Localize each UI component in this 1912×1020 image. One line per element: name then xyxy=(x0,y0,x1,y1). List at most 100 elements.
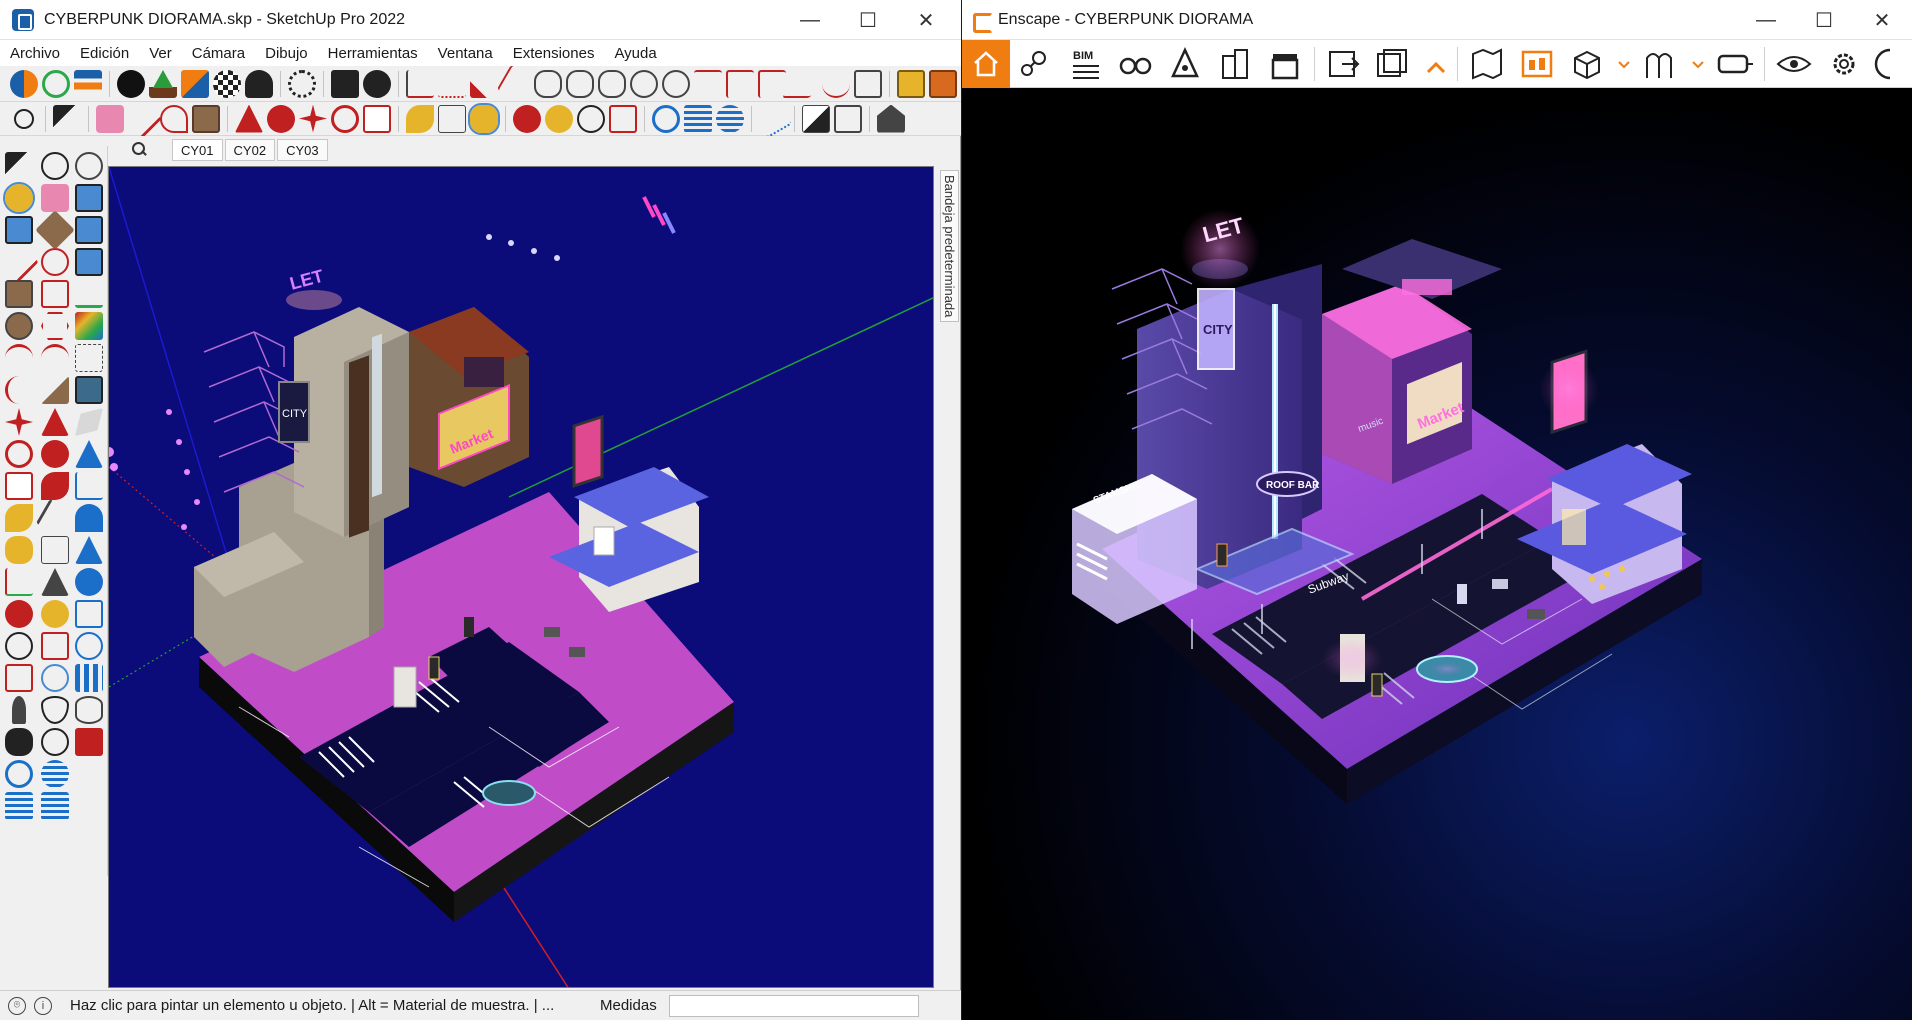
follow-me-icon[interactable] xyxy=(406,69,434,98)
shape-icon-1[interactable] xyxy=(534,69,562,98)
grid-icon[interactable] xyxy=(75,664,103,692)
right-view-icon[interactable] xyxy=(75,248,103,276)
menu-edicion[interactable]: Edición xyxy=(70,45,139,62)
light-icon[interactable] xyxy=(1165,46,1205,82)
house-view-icon[interactable] xyxy=(877,104,905,133)
sandbox-icon-3[interactable] xyxy=(716,104,744,133)
front-view-icon[interactable] xyxy=(75,216,103,244)
cube-dropdown-icon[interactable] xyxy=(1617,46,1631,82)
select-tool-icon[interactable] xyxy=(5,152,33,180)
shape-icon-5[interactable] xyxy=(662,69,690,98)
circle-tool-icon[interactable] xyxy=(5,312,33,340)
menu-ver[interactable]: Ver xyxy=(139,45,182,62)
pie2-tool-icon[interactable] xyxy=(41,376,69,404)
menu-extensiones[interactable]: Extensiones xyxy=(503,45,605,62)
zoom-icon[interactable] xyxy=(577,104,605,133)
menu-herramientas[interactable]: Herramientas xyxy=(318,45,428,62)
scene-tab-cy01[interactable]: CY01 xyxy=(172,139,223,161)
sketchup-viewport[interactable]: CITY LET Market xyxy=(108,166,934,988)
cube-icon[interactable] xyxy=(1567,46,1607,82)
push-pull-icon[interactable] xyxy=(235,104,263,133)
follow-icon[interactable] xyxy=(267,104,295,133)
asset-library-icon[interactable] xyxy=(1517,46,1557,82)
brick-icon[interactable] xyxy=(75,728,103,756)
previous-view-icon[interactable] xyxy=(41,664,69,692)
rotated-rect-icon[interactable] xyxy=(41,280,69,308)
measurements-input[interactable] xyxy=(668,994,919,1017)
close-button[interactable]: ✕ xyxy=(897,8,955,33)
collapse-chevron-icon[interactable] xyxy=(1424,46,1448,82)
home-icon[interactable] xyxy=(962,39,1010,88)
protractor-tool-icon[interactable] xyxy=(5,536,33,564)
offset-tool-icon[interactable] xyxy=(41,472,69,500)
map-icon[interactable] xyxy=(1467,46,1507,82)
clapper-icon[interactable] xyxy=(1265,46,1305,82)
buildings-icon[interactable] xyxy=(1215,46,1255,82)
walk-icon[interactable] xyxy=(5,728,33,756)
color-by-material-icon[interactable] xyxy=(75,312,103,340)
shape-icon-3[interactable] xyxy=(598,69,626,98)
default-tray[interactable]: Bandeja predeterminada xyxy=(936,166,960,988)
sandbox-drape-icon[interactable] xyxy=(75,568,103,596)
arc-tool-icon-2[interactable] xyxy=(5,344,33,372)
shadow-icon[interactable] xyxy=(802,104,830,133)
stack-tool-icon[interactable] xyxy=(5,792,33,820)
pencil-icon[interactable] xyxy=(122,98,162,139)
menu-ayuda[interactable]: Ayuda xyxy=(604,45,666,62)
photo-match-icon[interactable] xyxy=(75,376,103,404)
eraser-tool-icon[interactable] xyxy=(41,184,69,212)
text-tool-icon[interactable] xyxy=(438,104,466,133)
arc-tool-icon[interactable] xyxy=(822,70,850,98)
eraser-icon[interactable] xyxy=(96,104,124,133)
section-display-icon[interactable] xyxy=(75,504,103,532)
enscape-sync-icon[interactable] xyxy=(42,69,70,98)
geo-location-icon[interactable]: ⌾ xyxy=(8,996,26,1015)
drape-tool-icon[interactable] xyxy=(41,792,69,820)
section-fill-icon[interactable] xyxy=(75,472,103,500)
scissor-icon[interactable] xyxy=(496,64,536,103)
mail-icon[interactable] xyxy=(331,69,359,98)
tape-measure-icon[interactable] xyxy=(406,104,434,133)
section-icon[interactable] xyxy=(834,104,862,133)
upload-cloud-icon[interactable] xyxy=(245,69,273,98)
enscape-render-viewport[interactable]: CITY LET ROOF BAR Subway Market music ST… xyxy=(962,89,1912,1020)
enscape-close-button[interactable]: ✕ xyxy=(1853,8,1911,33)
styles-icon[interactable] xyxy=(75,280,103,308)
paint-bucket-icon[interactable] xyxy=(468,102,500,135)
polygon-tool-icon[interactable] xyxy=(41,312,69,340)
rectangle-icon[interactable] xyxy=(192,104,220,133)
freehand-icon[interactable] xyxy=(160,104,188,133)
position-camera-icon[interactable] xyxy=(12,696,26,724)
orbit-icon[interactable] xyxy=(513,104,541,133)
menu-archivo[interactable]: Archivo xyxy=(0,45,70,62)
axes-tool-icon[interactable] xyxy=(5,568,33,596)
add-detail-icon[interactable] xyxy=(75,600,103,628)
corner-tool-icon-1[interactable] xyxy=(726,69,754,98)
info-icon[interactable] xyxy=(363,69,391,98)
info-circle-icon[interactable]: i xyxy=(34,996,52,1015)
shape-icon-2[interactable] xyxy=(566,69,594,98)
eye-icon[interactable] xyxy=(75,696,103,724)
select-arrow-icon[interactable] xyxy=(53,104,81,133)
rotate-icon[interactable] xyxy=(331,104,359,133)
freehand-tool-icon[interactable] xyxy=(41,248,69,276)
enscape-link-icon[interactable] xyxy=(74,69,102,98)
pan-tool-icon[interactable] xyxy=(41,600,69,628)
orbit-tool-icon[interactable] xyxy=(5,600,33,628)
bim-icon[interactable]: BIM xyxy=(1065,46,1105,82)
section-cut-icon[interactable] xyxy=(75,440,103,468)
paint-tool-icon[interactable] xyxy=(3,182,35,214)
section-plane-icon[interactable] xyxy=(41,728,69,756)
layer-tool-icon[interactable] xyxy=(5,760,33,788)
shape-icon-4[interactable] xyxy=(630,69,658,98)
vr-headset-icon[interactable] xyxy=(1715,46,1755,82)
checker-icon[interactable] xyxy=(213,69,241,98)
box-tool-icon[interactable] xyxy=(854,69,882,98)
flip-edge-icon[interactable] xyxy=(75,632,103,660)
zoom-tool-icon[interactable] xyxy=(5,632,33,660)
pan-icon[interactable] xyxy=(545,104,573,133)
zoom-extents-icon[interactable] xyxy=(609,104,637,133)
rotate-tool-icon[interactable] xyxy=(5,440,33,468)
extrude-icon[interactable] xyxy=(470,69,498,98)
slope-tool-icon[interactable] xyxy=(781,69,827,98)
